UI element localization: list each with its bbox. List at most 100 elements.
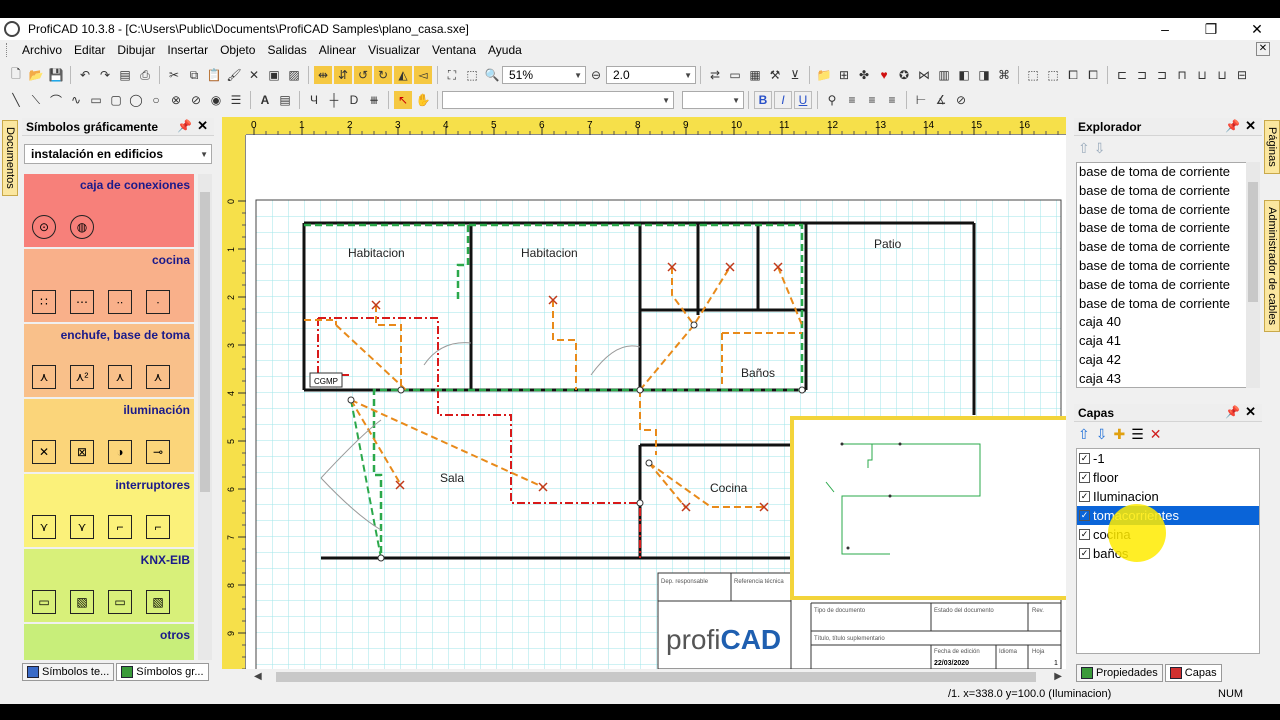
close-button[interactable]: ✕	[1234, 18, 1280, 40]
symbol-item[interactable]: ⋎	[70, 515, 94, 539]
send-back-icon[interactable]: ⧠	[1084, 66, 1102, 84]
redo-icon[interactable]: ↷	[96, 66, 114, 84]
layer-move-up-icon[interactable]: ⇧	[1078, 426, 1090, 443]
font-name-select[interactable]: ▼	[442, 91, 674, 109]
select-arrow-icon[interactable]: ↖	[394, 91, 412, 109]
symbol-category[interactable]: KNX-EIB ▭ ▧ ▭ ▧	[24, 549, 194, 622]
maximize-button[interactable]: ❐	[1188, 18, 1234, 40]
line-width-select[interactable]: 2.0 ▼	[606, 66, 696, 84]
menu-editar[interactable]: Editar	[68, 40, 111, 60]
align-bottom-objects-icon[interactable]: ⊔	[1213, 66, 1231, 84]
canvas-horizontal-scrollbar[interactable]: ◀ ▶	[246, 669, 1066, 685]
table-icon[interactable]: ▥	[935, 66, 953, 84]
hatch-icon[interactable]: ☰	[227, 91, 245, 109]
font-size-select[interactable]: ▼	[682, 91, 744, 109]
symbols-scrollbar[interactable]	[198, 174, 212, 660]
tab-documentos[interactable]: Documentos	[2, 120, 18, 196]
zoom-area-icon[interactable]: ⬚	[463, 66, 481, 84]
group-icon[interactable]: ⬚	[1024, 66, 1042, 84]
binoculars-icon[interactable]: ⌘	[995, 66, 1013, 84]
explorer-scrollbar[interactable]	[1246, 162, 1260, 388]
menu-dibujar[interactable]: Dibujar	[111, 40, 161, 60]
symbol-item[interactable]: ▭	[32, 590, 56, 614]
layer-visibility-checkbox[interactable]: ✓	[1079, 510, 1090, 521]
symbol-item[interactable]: ⊸	[146, 440, 170, 464]
explorer-item[interactable]: base de toma de corriente	[1077, 182, 1247, 201]
wire-icon[interactable]: Ч	[305, 91, 323, 109]
explorer-item[interactable]: caja 41	[1077, 332, 1247, 351]
layer-item[interactable]: ✓ floor	[1077, 468, 1259, 487]
layout-icon[interactable]: ▦	[746, 66, 764, 84]
text-frame-icon[interactable]: ▤	[276, 91, 294, 109]
align-icon[interactable]: ◅	[414, 66, 432, 84]
layer-visibility-checkbox[interactable]: ✓	[1079, 453, 1090, 464]
cut-icon[interactable]: ✂	[165, 66, 183, 84]
symbol-item[interactable]: ⊠	[70, 440, 94, 464]
symbol-item[interactable]: ▭	[108, 590, 132, 614]
arc-icon[interactable]: ⌒	[47, 91, 65, 109]
symbol-category[interactable]: cocina ∷ ⋯ ∙∙ ∙	[24, 249, 194, 322]
menu-insertar[interactable]: Insertar	[161, 40, 214, 60]
tab-simbolos-graficamente[interactable]: Símbolos gr...	[116, 663, 209, 681]
library-select[interactable]: instalación en edificios ▼	[24, 144, 212, 164]
cross-icon[interactable]: ⊗	[167, 91, 185, 109]
symbol-item[interactable]: ∙	[146, 290, 170, 314]
fit-page-icon[interactable]: ⛶	[443, 66, 461, 84]
bring-front-icon[interactable]: ⧠	[1064, 66, 1082, 84]
layer-delete-icon[interactable]: ✕	[1150, 426, 1162, 443]
pin-icon[interactable]: 📌	[1225, 119, 1240, 133]
menu-salidas[interactable]: Salidas	[261, 40, 312, 60]
eye-icon[interactable]: ◉	[207, 91, 225, 109]
minimize-button[interactable]: –	[1142, 18, 1188, 40]
document-close-button[interactable]: ✕	[1256, 42, 1270, 56]
flip-horizontal-icon[interactable]: ⇹	[314, 66, 332, 84]
menu-ventana[interactable]: Ventana	[426, 40, 482, 60]
scroll-left-icon[interactable]: ◀	[254, 669, 262, 685]
symbol-category[interactable]: caja de conexiones ⊙ ◍	[24, 174, 194, 247]
ungroup-icon[interactable]: ⬚	[1044, 66, 1062, 84]
align-left-icon[interactable]: ≡	[843, 91, 861, 109]
symbol-item[interactable]: ✕	[32, 440, 56, 464]
symbol-item[interactable]: ⋏²	[70, 365, 94, 389]
symbol-item[interactable]: ⊙	[32, 215, 56, 239]
ellipse-icon[interactable]: ◯	[127, 91, 145, 109]
symbol-item[interactable]: ⋏	[146, 365, 170, 389]
symbol-item[interactable]: ▧	[146, 590, 170, 614]
format-painter-icon[interactable]: 🖌	[225, 66, 243, 84]
arrow-up-icon[interactable]: ⇧	[1078, 140, 1090, 157]
new-file-icon[interactable]: 🗋	[7, 66, 25, 84]
pin-icon[interactable]: 📌	[177, 119, 192, 133]
distribute-icon[interactable]: ⊟	[1233, 66, 1251, 84]
arrow-down-icon[interactable]: ⇩	[1094, 140, 1106, 157]
menu-ayuda[interactable]: Ayuda	[482, 40, 528, 60]
circle-icon[interactable]: ○	[147, 91, 165, 109]
explorer-item[interactable]: base de toma de corriente	[1077, 257, 1247, 276]
symbol-category[interactable]: enchufe, base de toma ⋏ ⋏² ⋏ ⋏	[24, 324, 194, 397]
ellipse-cross-icon[interactable]: ⊘	[187, 91, 205, 109]
layer-move-down-icon[interactable]: ⇩	[1096, 426, 1108, 443]
symbol-item[interactable]: ◑	[108, 440, 132, 464]
explorer-item[interactable]: caja 43	[1077, 370, 1247, 387]
symbol-item[interactable]: ◍	[70, 215, 94, 239]
layer-item[interactable]: ✓ baños	[1077, 544, 1259, 563]
symbol-item[interactable]: ∷	[32, 290, 56, 314]
save-icon[interactable]: 💾	[47, 66, 65, 84]
flip-vertical-icon[interactable]: ⇵	[334, 66, 352, 84]
align-right-objects-icon[interactable]: ⊐	[1153, 66, 1171, 84]
symbol-category[interactable]: iluminación ✕ ⊠ ◑ ⊸	[24, 399, 194, 472]
paste-icon[interactable]: 📋	[205, 66, 223, 84]
italic-button[interactable]: I	[774, 91, 792, 109]
wires-icon[interactable]: ⋈	[915, 66, 933, 84]
symbol-item[interactable]: ⋏	[108, 365, 132, 389]
scroll-right-icon[interactable]: ▶	[1054, 669, 1062, 685]
zoom-in-icon[interactable]: 🔍	[483, 66, 501, 84]
symbol-item[interactable]: ⋎	[32, 515, 56, 539]
mirror-icon[interactable]: ◭	[394, 66, 412, 84]
explorer-item[interactable]: base de toma de corriente	[1077, 219, 1247, 238]
drawing-canvas[interactable]: CGMP Habitacion Habitacion Patio Baños S…	[246, 135, 1066, 669]
align-left-objects-icon[interactable]: ⊏	[1113, 66, 1131, 84]
close-icon[interactable]: ✕	[1245, 118, 1256, 134]
tools-icon[interactable]: ⚒	[766, 66, 784, 84]
bold-button[interactable]: B	[754, 91, 772, 109]
explorer-item[interactable]: base de toma de corriente	[1077, 201, 1247, 220]
